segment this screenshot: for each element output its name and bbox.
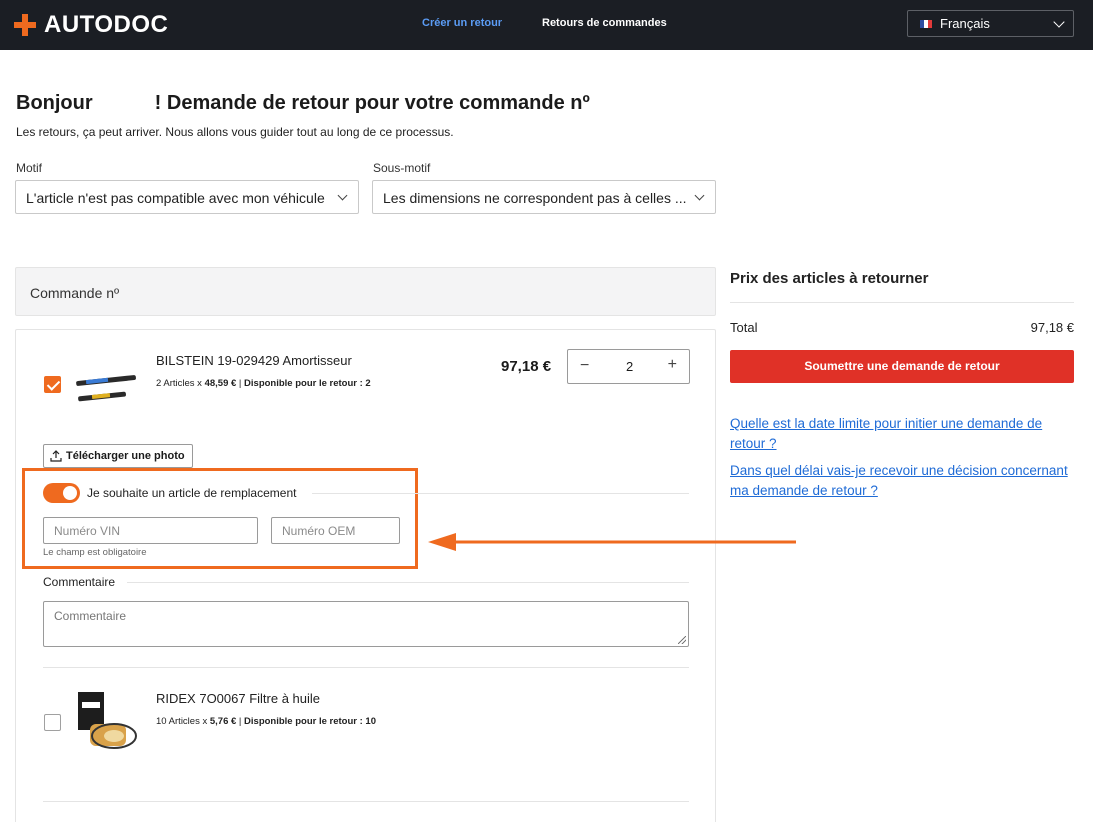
page-subtitle: Les retours, ça peut arriver. Nous allon… [16,125,454,139]
available-label: Disponible pour le retour : 10 [244,716,376,727]
pointer-arrow [428,533,796,551]
logo-text: AUTODOC [44,11,169,38]
product-meta: 2 Articles x 48,59 € | Disponible pour l… [156,378,371,389]
product-price: 97,18 € [501,358,552,375]
shock-absorber-image [76,375,136,402]
divider [43,667,689,668]
divider [730,302,1074,303]
top-navigation-bar: AUTODOC Créer un retour Retours de comma… [0,0,1093,50]
total-label: Total [730,320,758,335]
nav-order-returns[interactable]: Retours de commandes [542,17,667,29]
order-header: Commande nº [15,267,716,316]
language-label: Français [940,16,990,31]
unit-price: 48,59 € [204,378,237,389]
submit-return-button[interactable]: Soumettre une demande de retour [730,350,1074,383]
minus-icon[interactable]: − [580,357,589,375]
chevron-down-icon [1053,16,1065,28]
order-number-label: Commande nº [30,285,120,301]
quantity-text: 2 Articles x [156,378,202,389]
upload-icon [50,450,62,462]
oem-input[interactable]: Numéro OEM [271,517,400,544]
divider [43,801,689,802]
quantity-text: 10 Articles x [156,716,208,727]
quantity-stepper: − 2 + [567,349,690,384]
replacement-toggle[interactable] [43,483,80,503]
comment-textarea[interactable]: Commentaire [43,601,689,647]
faq-link-decision[interactable]: Dans quel délai vais-je recevoir une déc… [730,461,1070,501]
comment-label: Commentaire [43,575,116,589]
summary-title: Prix des articles à retourner [730,270,929,287]
divider [127,582,689,583]
oil-filter-image [78,692,137,749]
required-hint: Le champ est obligatoire [43,547,147,558]
plus-logo-icon [14,14,36,36]
sub-reason-value: Les dimensions ne correspondent pas à ce… [383,190,687,206]
reason-value: L'article n'est pas compatible avec mon … [26,190,325,206]
faq-link-deadline[interactable]: Quelle est la date limite pour initier u… [730,414,1070,454]
upload-photo-button[interactable]: Télécharger une photo [43,444,193,468]
vin-input[interactable]: Numéro VIN [43,517,258,544]
total-value: 97,18 € [1030,320,1074,335]
product-name: BILSTEIN 19-029429 Amortisseur [156,353,352,368]
sub-reason-label: Sous-motif [373,161,431,175]
flag-fr-icon [920,19,932,28]
available-label: Disponible pour le retour : 2 [244,378,371,389]
autodoc-logo[interactable]: AUTODOC [14,11,168,39]
product-meta: 10 Articles x 5,76 € | Disponible pour l… [156,716,376,727]
quantity-value[interactable]: 2 [626,359,633,374]
language-select[interactable]: Français [907,10,1074,37]
comment-placeholder: Commentaire [54,609,127,623]
title-greeting: Bonjour [16,92,93,114]
product-checkbox[interactable] [44,376,61,393]
divider [312,493,689,494]
replacement-label: Je souhaite un article de remplacement [87,486,297,500]
product-name: RIDEX 7O0067 Filtre à huile [156,691,321,706]
unit-price: 5,76 € [209,716,237,727]
reason-label: Motif [16,161,43,175]
upload-label: Télécharger une photo [66,450,185,462]
product-checkbox[interactable] [44,714,61,731]
page-title: Bonjour ! Demande de retour pour votre co… [16,92,590,115]
nav-create-return[interactable]: Créer un retour [422,17,502,29]
plus-icon[interactable]: + [668,356,677,374]
reason-select[interactable]: L'article n'est pas compatible avec mon … [15,180,359,214]
chevron-down-icon [337,190,348,201]
chevron-down-icon [694,190,705,201]
resize-handle-icon[interactable] [678,636,686,644]
title-request: ! Demande de retour pour votre commande … [154,92,590,114]
sub-reason-select[interactable]: Les dimensions ne correspondent pas à ce… [372,180,716,214]
